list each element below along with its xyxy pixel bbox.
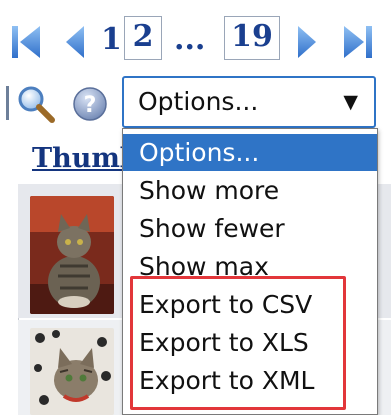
- pager-ellipsis: ...: [174, 22, 206, 57]
- options-select-value: Options...: [138, 87, 259, 116]
- next-page-icon[interactable]: [292, 22, 322, 62]
- first-page-icon[interactable]: [6, 22, 44, 62]
- page-link-last[interactable]: 19: [224, 16, 280, 60]
- help-icon[interactable]: ?: [72, 86, 108, 122]
- kitten-thumbnail: [30, 328, 114, 415]
- magnifier-icon[interactable]: [16, 84, 56, 124]
- page-link-first[interactable]: 1: [101, 20, 122, 60]
- previous-page-icon[interactable]: [60, 22, 90, 62]
- export-options-highlight: [130, 276, 346, 410]
- pager: 1 2 ... 19: [0, 0, 391, 80]
- cat-thumbnail: [30, 196, 114, 314]
- page-current: 2: [124, 16, 162, 60]
- options-select[interactable]: Options... ▼: [122, 76, 376, 128]
- option-show-more[interactable]: Show more: [123, 172, 377, 209]
- grid-widget: 1 2 ... 19 ? Options... ▼ Thumb Options.…: [0, 0, 391, 415]
- chevron-down-icon[interactable]: ▼: [343, 90, 358, 114]
- option-options[interactable]: Options...: [123, 134, 377, 171]
- last-page-icon[interactable]: [340, 22, 378, 62]
- toolbar-separator: [6, 86, 9, 120]
- option-show-fewer[interactable]: Show fewer: [123, 210, 377, 247]
- svg-text:?: ?: [84, 93, 97, 118]
